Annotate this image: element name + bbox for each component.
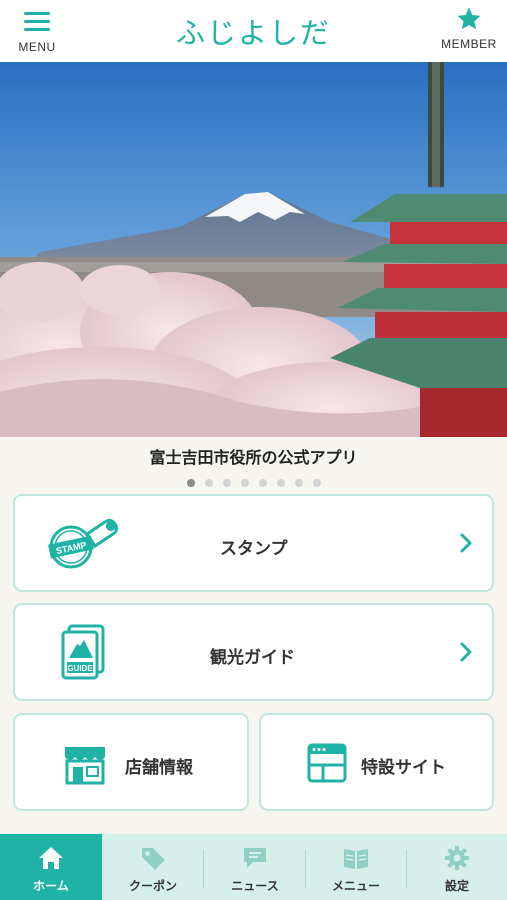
hero-caption: 富士吉田市役所の公式アプリ	[149, 448, 358, 467]
special-site-label: 特設サイト	[361, 758, 446, 778]
app-logo: ふじよしだ	[175, 16, 331, 50]
member-button[interactable]: MEMBER	[439, 6, 499, 56]
tab-label: ニュース	[231, 879, 279, 893]
tab-label: 設定	[444, 879, 469, 893]
stamp-card[interactable]: STAMP スタンプ	[13, 494, 494, 592]
carousel-dot[interactable]	[186, 479, 195, 487]
hero-image[interactable]	[0, 62, 507, 437]
stamp-icon: STAMP	[48, 518, 119, 569]
guide-label: 観光ガイド	[210, 648, 295, 668]
tab-news[interactable]: ニュース	[204, 834, 306, 900]
guide-icon-text: GUIDE	[67, 664, 93, 673]
chevron-right-icon	[460, 533, 472, 553]
chevron-right-icon	[460, 642, 472, 662]
carousel-dots[interactable]	[0, 472, 507, 491]
website-icon	[307, 743, 347, 783]
home-icon	[39, 847, 63, 869]
app-header: MENU ふじよしだ MEMBER	[0, 0, 507, 63]
tab-settings[interactable]: 設定	[407, 834, 507, 900]
tab-label: ホーム	[33, 879, 69, 893]
special-site-card[interactable]: 特設サイト	[259, 713, 494, 811]
tab-menu[interactable]: メニュー	[306, 834, 406, 900]
book-icon	[344, 849, 368, 869]
guide-card[interactable]: GUIDE 観光ガイド	[13, 603, 494, 701]
tab-label: メニュー	[331, 879, 380, 893]
member-label: MEMBER	[441, 37, 497, 51]
shop-info-card[interactable]: 店舗情報	[13, 713, 249, 811]
tab-label: クーポン	[128, 879, 177, 893]
bottom-tab-bar: ホーム クーポン ニュース メニュー 設定	[0, 834, 507, 900]
shop-icon	[65, 747, 105, 785]
guidebook-icon: GUIDE	[61, 624, 105, 680]
stamp-label: スタンプ	[220, 539, 288, 559]
gear-icon	[445, 846, 469, 870]
star-icon	[457, 7, 481, 30]
tab-home[interactable]: ホーム	[0, 834, 102, 900]
carousel-dot[interactable]	[258, 479, 267, 487]
carousel-dot[interactable]	[222, 479, 231, 487]
shop-info-label: 店舗情報	[125, 758, 193, 778]
carousel-dot[interactable]	[276, 479, 285, 487]
carousel-dot[interactable]	[312, 479, 321, 487]
tab-coupon[interactable]: クーポン	[102, 834, 204, 900]
tag-icon	[142, 848, 165, 870]
carousel-dot[interactable]	[240, 479, 249, 487]
carousel-dot[interactable]	[294, 479, 303, 487]
carousel-dot[interactable]	[204, 479, 213, 487]
chat-icon	[244, 848, 266, 868]
